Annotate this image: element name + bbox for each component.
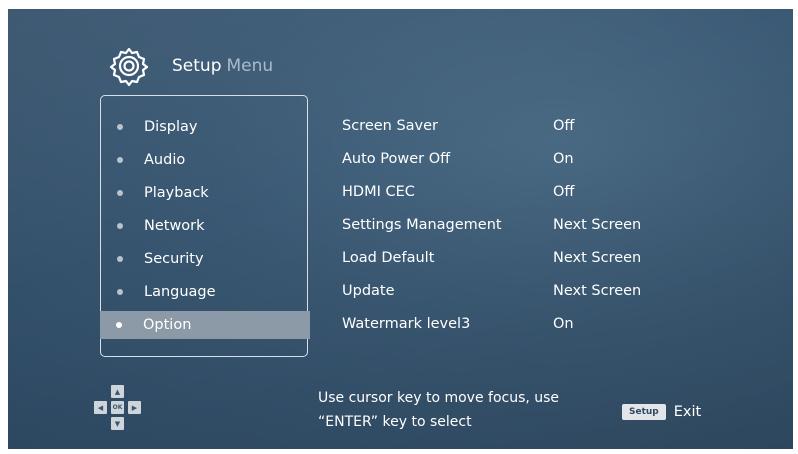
title-strong: Setup [172, 56, 222, 76]
sidebar-item-language[interactable]: Language [101, 278, 307, 306]
sidebar-item-option[interactable]: Option [100, 311, 310, 339]
exit-label: Exit [673, 404, 702, 420]
option-value: Next Screen [553, 283, 642, 299]
option-watermark-level[interactable]: Watermark level3 [342, 316, 470, 332]
bullet-icon [117, 223, 123, 229]
sidebar-item-label: Security [144, 251, 204, 267]
sidebar-item-label: Network [144, 218, 205, 234]
title-light: Menu [226, 56, 274, 76]
option-value: Off [553, 118, 575, 134]
sidebar-item-playback[interactable]: Playback [101, 179, 307, 207]
arrow-left-icon: ◀ [94, 401, 107, 414]
bullet-icon [117, 256, 123, 262]
help-line-1: Use cursor key to move focus, use [318, 390, 560, 406]
option-auto-power-off[interactable]: Auto Power Off [342, 151, 450, 167]
option-value: On [553, 316, 574, 332]
sidebar-item-display[interactable]: Display [101, 113, 307, 141]
sidebar-item-label: Playback [144, 185, 209, 201]
exit-hint[interactable]: Setup Exit [622, 404, 701, 420]
arrow-down-icon: ▼ [111, 417, 124, 430]
bullet-icon [116, 322, 122, 328]
ok-key-icon: OK [111, 401, 124, 414]
dpad-icon: ▲ ◀ OK ▶ ▼ [92, 385, 144, 431]
option-value: On [553, 151, 574, 167]
arrow-up-icon: ▲ [111, 385, 124, 398]
option-screen-saver[interactable]: Screen Saver [342, 118, 438, 134]
help-text: Use cursor key to move focus, use “ENTER… [318, 386, 588, 434]
category-menu: Display Audio Playback Network Security … [100, 95, 310, 357]
sidebar-item-network[interactable]: Network [101, 212, 307, 240]
gear-icon [109, 47, 149, 87]
page-header: Setup Menu [108, 45, 273, 87]
bullet-icon [117, 289, 123, 295]
option-update[interactable]: Update [342, 283, 395, 299]
option-hdmi-cec[interactable]: HDMI CEC [342, 184, 415, 200]
help-line-2: “ENTER” key to select [318, 414, 472, 430]
option-value: Next Screen [553, 217, 642, 233]
setup-screen: Setup Menu Display Audio Playback Network… [8, 9, 793, 449]
sidebar-item-label: Audio [144, 152, 186, 168]
bullet-icon [117, 190, 123, 196]
sidebar-item-label: Option [143, 317, 192, 333]
option-settings-management[interactable]: Settings Management [342, 217, 502, 233]
bullet-icon [117, 124, 123, 130]
sidebar-item-label: Language [144, 284, 216, 300]
sidebar-item-audio[interactable]: Audio [101, 146, 307, 174]
sidebar-item-security[interactable]: Security [101, 245, 307, 273]
option-load-default[interactable]: Load Default [342, 250, 434, 266]
arrow-right-icon: ▶ [128, 401, 141, 414]
setup-key-badge: Setup [622, 404, 666, 420]
sidebar-item-label: Display [144, 119, 198, 135]
option-value: Off [553, 184, 575, 200]
page-title: Setup Menu [172, 56, 273, 76]
option-value: Next Screen [553, 250, 642, 266]
bullet-icon [117, 157, 123, 163]
